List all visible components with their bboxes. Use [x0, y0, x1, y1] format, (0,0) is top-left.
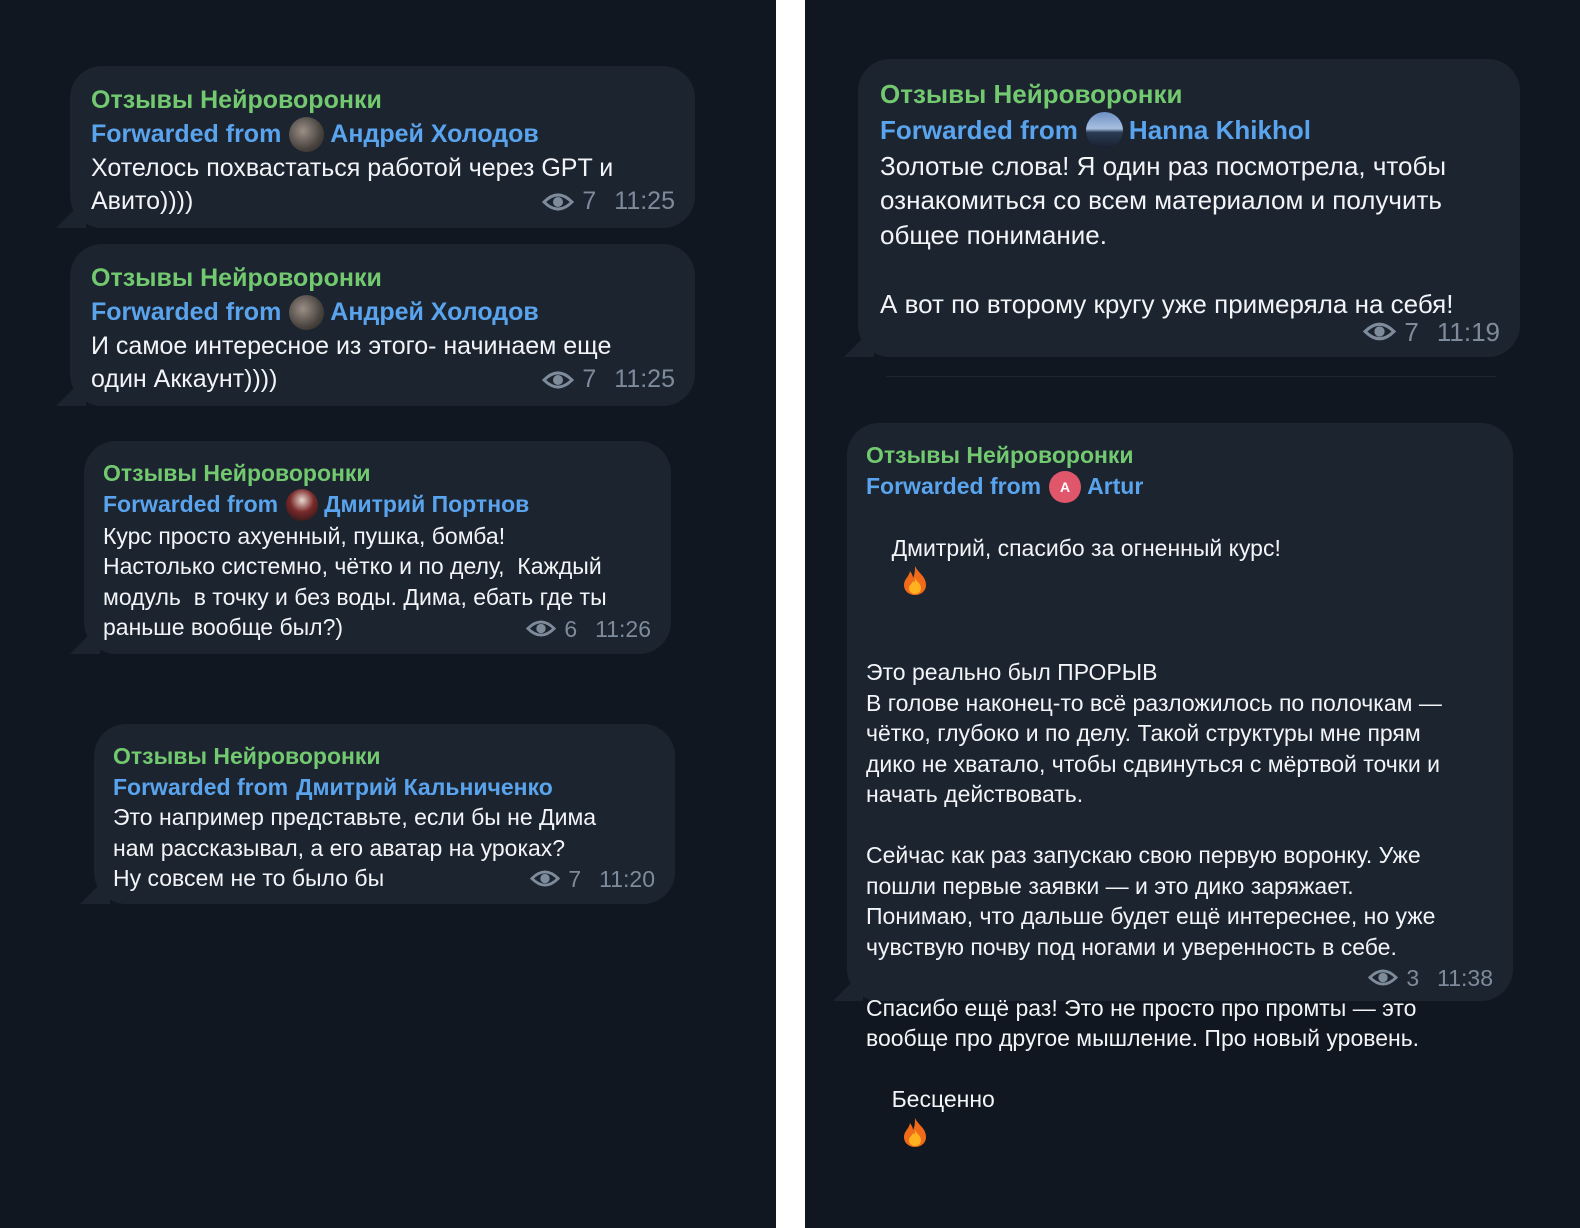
message-bubble[interactable]: Отзывы Нейроворонки Forwarded from Андре…: [70, 66, 695, 228]
author-name[interactable]: Дмитрий Портнов: [324, 489, 529, 520]
view-count: 7: [582, 365, 597, 393]
forward-prefix: Forwarded from: [91, 298, 282, 326]
channel-name[interactable]: Отзывы Нейроворонки: [880, 77, 1520, 112]
message-time: 11:38: [1437, 964, 1493, 991]
message-bubble[interactable]: Отзывы Нейроворонки Forwarded from A Art…: [847, 423, 1513, 1147]
message-text-line: Бесценно: [866, 1054, 1513, 1178]
channel-name[interactable]: Отзывы Нейроворонки: [866, 440, 1513, 471]
view-count: 7: [568, 865, 582, 892]
eye-icon: [1363, 322, 1397, 341]
view-count: 3: [1406, 964, 1420, 991]
eye-icon: [526, 620, 557, 637]
forwarded-from[interactable]: Forwarded from Андрей Холодов: [91, 295, 695, 330]
eye-icon: [530, 870, 561, 887]
message-bubble[interactable]: Отзывы Нейроворонки Forwarded from Андре…: [70, 244, 695, 406]
message-meta: 6 11:26: [526, 614, 651, 645]
fire-emoji: [903, 1117, 926, 1147]
forward-prefix: Forwarded from: [880, 114, 1078, 145]
message-time: 11:25: [614, 365, 675, 393]
forwarded-from[interactable]: Forwarded from Hanna Khikhol: [880, 111, 1520, 149]
forward-prefix: Forwarded from: [866, 473, 1042, 500]
eye-icon: [542, 371, 575, 388]
view-count: 7: [582, 187, 597, 215]
message-text: Золотые слова! Я один раз посмотрела, чт…: [880, 150, 1454, 319]
message-bubble[interactable]: Отзывы Нейроворонки Forwarded from Дмитр…: [94, 724, 675, 904]
divider: [886, 376, 1496, 377]
eye-icon: [1368, 969, 1399, 986]
view-count: 7: [1404, 316, 1419, 347]
author-avatar[interactable]: [1085, 111, 1123, 149]
message-meta: 7 11:25: [542, 185, 675, 218]
channel-name[interactable]: Отзывы Нейроворонки: [91, 84, 695, 117]
author-avatar[interactable]: A: [1049, 470, 1082, 503]
channel-name[interactable]: Отзывы Нейроворонки: [113, 741, 675, 772]
message-meta: 7 11:20: [530, 864, 655, 895]
author-avatar[interactable]: [289, 295, 325, 330]
author-avatar[interactable]: [289, 117, 325, 152]
forwarded-from[interactable]: Forwarded from Дмитрий Портнов: [103, 488, 671, 521]
author-name[interactable]: Artur: [1087, 471, 1143, 502]
view-count: 6: [564, 615, 578, 642]
forwarded-from[interactable]: Forwarded from Дмитрий Кальниченко: [113, 772, 675, 803]
author-name[interactable]: Hanna Khikhol: [1129, 113, 1311, 148]
message-bubble[interactable]: Отзывы Нейроворонки Forwarded from Hanna…: [858, 59, 1520, 357]
message-time: 11:25: [614, 187, 675, 215]
forward-prefix: Forwarded from: [103, 491, 279, 518]
message-text-last: Бесценно: [891, 1086, 995, 1113]
forwarded-from[interactable]: Forwarded from Андрей Холодов: [91, 117, 695, 152]
message-text-first: Дмитрий, спасибо за огненный курс!: [891, 535, 1281, 561]
fire-emoji: [903, 566, 926, 596]
message-meta: 7 11:19: [1363, 315, 1500, 350]
author-name[interactable]: Андрей Холодов: [330, 296, 539, 329]
message-time: 11:20: [599, 865, 655, 892]
author-avatar[interactable]: [286, 488, 319, 521]
forward-prefix: Forwarded from: [91, 120, 282, 148]
author-name[interactable]: Дмитрий Кальниченко: [296, 772, 553, 803]
message-meta: 3 11:38: [1368, 963, 1493, 994]
message-meta: 7 11:25: [542, 363, 675, 396]
forward-prefix: Forwarded from: [113, 773, 289, 800]
forwarded-from[interactable]: Forwarded from A Artur: [866, 470, 1513, 503]
message-time: 11:26: [595, 615, 651, 642]
channel-name[interactable]: Отзывы Нейроворонки: [91, 262, 695, 295]
author-name[interactable]: Андрей Холодов: [330, 118, 539, 151]
channel-name[interactable]: Отзывы Нейроворонки: [103, 458, 671, 489]
message-text-line: Дмитрий, спасибо за огненный курс!: [866, 503, 1513, 627]
message-bubble[interactable]: Отзывы Нейроворонки Forwarded from Дмитр…: [84, 441, 671, 654]
message-time: 11:19: [1436, 316, 1500, 347]
eye-icon: [542, 193, 575, 210]
